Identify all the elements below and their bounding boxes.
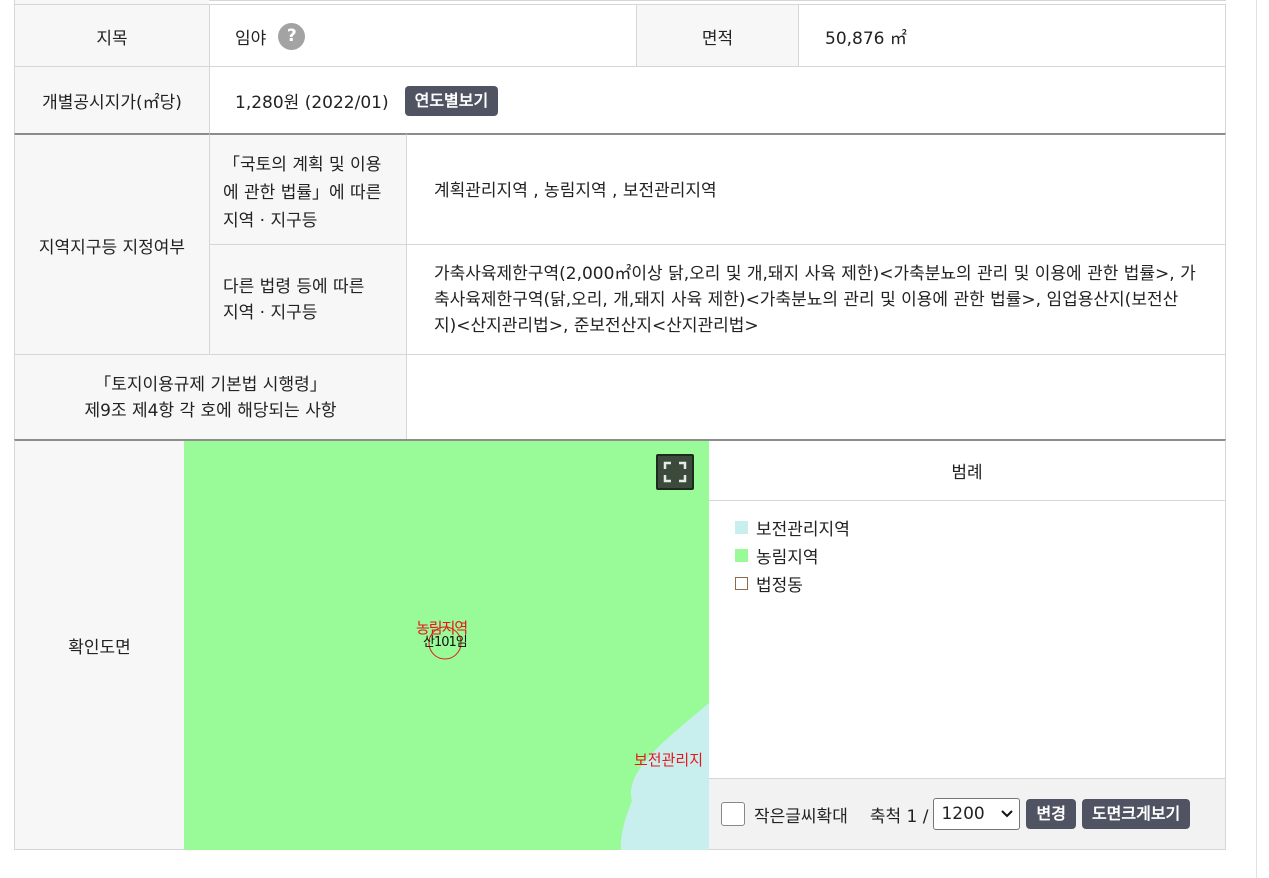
legend-swatch-dong (735, 576, 748, 590)
fullscreen-button[interactable] (656, 454, 694, 490)
legend-item-conserve: 보전관리지역 (735, 513, 1225, 541)
map-controls: 작은글씨확대 축척 1 / 1200 변경 도면크게보기 (709, 778, 1226, 850)
yearly-view-button[interactable]: 연도별보기 (404, 85, 499, 116)
zone-label-conserve: 보전관리지 (634, 751, 704, 769)
zone-sub1-label: 「국토의 계획 및 이용 에 관한 법률」에 따른 지역 · 지구등 (209, 133, 406, 245)
legend-item-farm: 농림지역 (735, 541, 1225, 569)
jimok-value: 임야 (235, 28, 267, 49)
page-scrollbar[interactable] (1256, 0, 1257, 878)
land-price-value: 1,280원 (2022/01) (235, 93, 389, 113)
legend-label: 법정동 (756, 575, 803, 596)
change-scale-button[interactable]: 변경 (1026, 799, 1076, 829)
enlarge-text-label[interactable]: 작은글씨확대 (754, 802, 848, 827)
regulation-value (406, 354, 1226, 440)
scale-label: 축척 1 / (869, 806, 929, 827)
regulation-label: 「토지이용규제 기본법 시행령」 제9조 제4항 각 호에 해당되는 사항 (14, 354, 406, 440)
map-view[interactable]: 농림지역 산101임 보전관리지 (184, 439, 709, 850)
enlarge-text-checkbox[interactable] (721, 802, 745, 826)
map-label: 확인도면 (14, 439, 184, 850)
parcel-label: 산101임 (423, 635, 468, 650)
legend-label: 보전관리지역 (756, 519, 850, 540)
area-label: 면적 (636, 4, 798, 67)
legend-swatch-conserve (735, 520, 748, 534)
legend-item-dong: 법정동 (735, 569, 1225, 597)
zone-sub2-label: 다른 법령 등에 따른 지역 · 지구등 (209, 244, 406, 355)
chevron-down-icon (1001, 810, 1014, 818)
fullscreen-icon (663, 461, 687, 483)
area-value: 50,876 ㎡ (798, 4, 1226, 67)
legend-swatch-farm (735, 548, 748, 562)
legend-title: 범례 (709, 439, 1226, 501)
jimok-label: 지목 (14, 4, 209, 67)
scale-select[interactable]: 1200 (933, 798, 1021, 830)
land-price-cell: 1,280원 (2022/01) 연도별보기 (209, 66, 1226, 134)
zone-label: 지역지구등 지정여부 (14, 133, 209, 355)
scale-select-value: 1200 (941, 804, 985, 824)
enlarge-map-button[interactable]: 도면크게보기 (1081, 799, 1191, 829)
jimok-value-cell: 임야 ? (209, 4, 636, 67)
land-price-label: 개별공시지가(㎡당) (14, 66, 209, 134)
help-icon[interactable]: ? (278, 22, 306, 50)
legend-list: 보전관리지역 농림지역 법정동 (709, 500, 1226, 778)
zone-sub1-value: 계획관리지역 , 농림지역 , 보전관리지역 (406, 133, 1226, 245)
legend-label: 농림지역 (756, 547, 819, 568)
zone-sub2-value: 가축사육제한구역(2,000㎡이상 닭,오리 및 개,돼지 사육 제한)<가축분… (406, 244, 1226, 355)
